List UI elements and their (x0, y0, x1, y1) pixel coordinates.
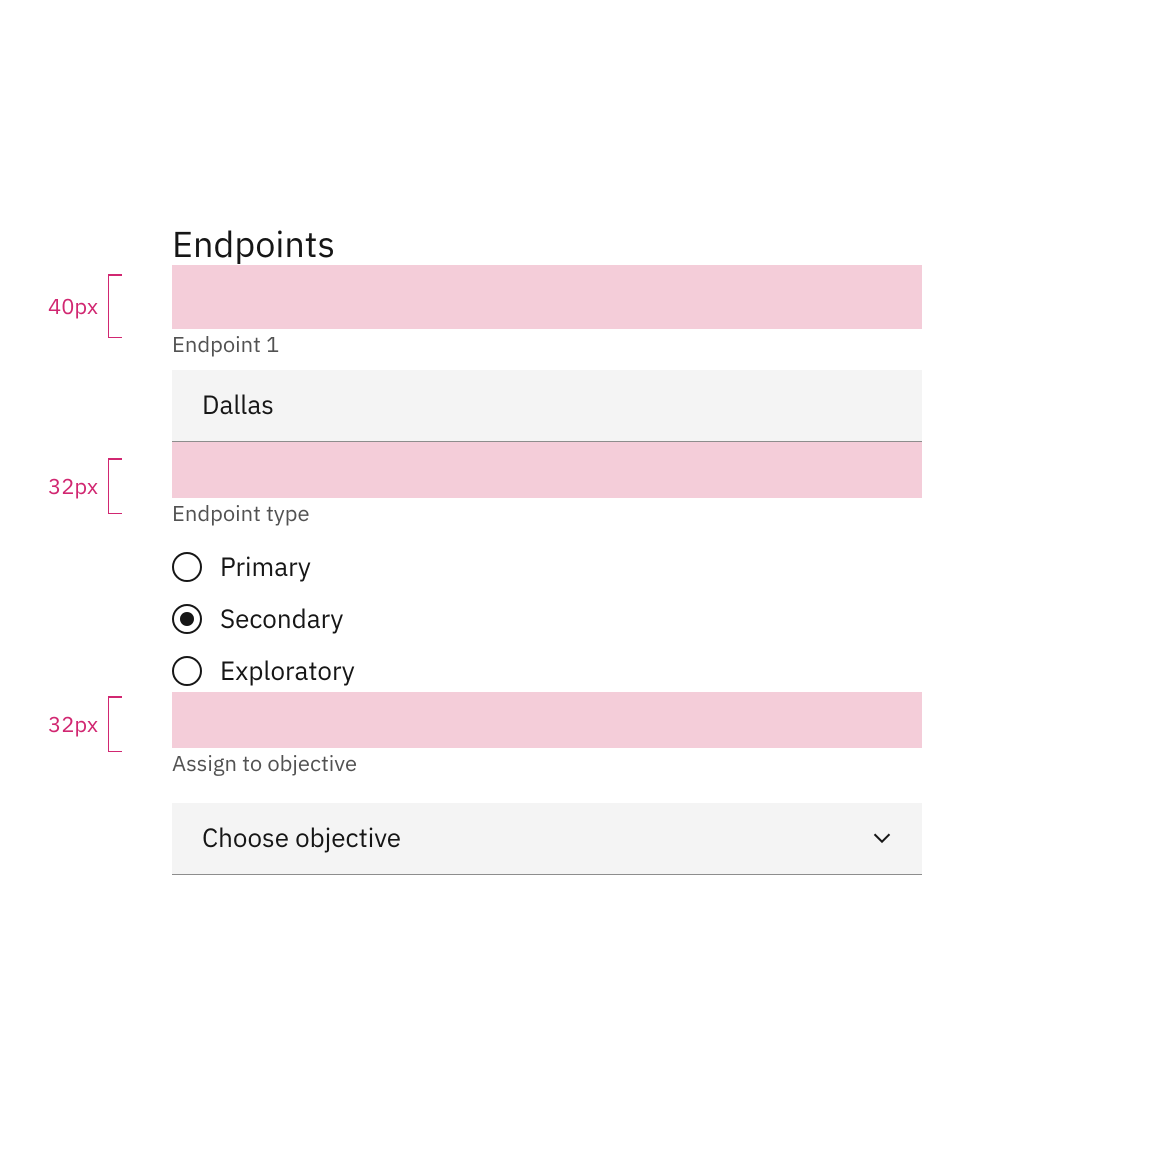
spacing-annotation-32-a: 32px (48, 458, 122, 514)
assign-objective-label: Assign to objective (172, 748, 922, 789)
endpoint-1-label: Endpoint 1 (172, 329, 922, 370)
spacer-32-a (172, 442, 922, 498)
annotation-label: 32px (48, 710, 98, 739)
radio-primary-label: Primary (220, 550, 311, 584)
radio-primary[interactable]: Primary (172, 550, 922, 584)
endpoint-type-radio-group: Primary Secondary Exploratory (172, 538, 922, 692)
endpoint-type-label: Endpoint type (172, 498, 922, 539)
annotation-label: 40px (48, 292, 98, 321)
radio-secondary[interactable]: Secondary (172, 602, 922, 636)
assign-objective-dropdown[interactable]: Choose objective (172, 803, 922, 875)
annotation-label: 32px (48, 472, 98, 501)
endpoint-1-value: Dallas (202, 388, 274, 422)
spacing-annotation-40: 40px (48, 274, 122, 338)
endpoint-1-input[interactable]: Dallas (172, 370, 922, 442)
section-title: Endpoints (172, 222, 922, 265)
radio-circle-icon (172, 552, 202, 582)
radio-dot-icon (180, 612, 194, 626)
dropdown-placeholder: Choose objective (202, 821, 401, 855)
spacing-annotation-32-b: 32px (48, 696, 122, 752)
radio-secondary-label: Secondary (220, 602, 343, 636)
radio-exploratory[interactable]: Exploratory (172, 654, 922, 688)
endpoints-form: Endpoints Endpoint 1 Dallas Endpoint typ… (172, 222, 922, 875)
spacer-40 (172, 265, 922, 329)
radio-circle-icon (172, 604, 202, 634)
chevron-down-icon (872, 828, 892, 848)
spacer-32-b (172, 692, 922, 748)
radio-exploratory-label: Exploratory (220, 654, 355, 688)
radio-circle-icon (172, 656, 202, 686)
